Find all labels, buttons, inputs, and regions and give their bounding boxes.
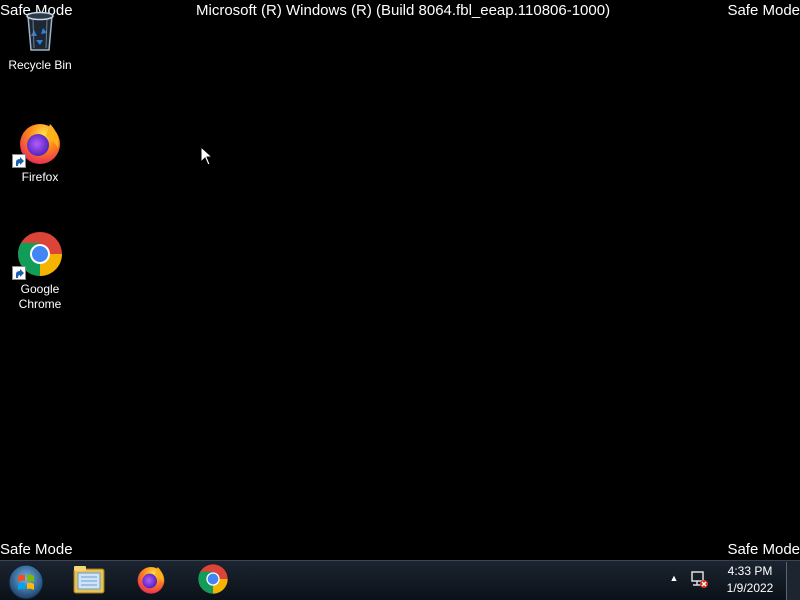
windows-build-label: Microsoft (R) Windows (R) (Build 8064.fb… — [196, 2, 611, 19]
taskbar-chrome-button[interactable] — [185, 563, 241, 599]
show-desktop-button[interactable] — [786, 562, 800, 600]
clock-time: 4:33 PM — [727, 564, 773, 578]
firefox-icon — [135, 563, 167, 600]
shortcut-arrow-icon — [12, 266, 26, 280]
network-disconnected-icon[interactable] — [689, 569, 709, 589]
chrome-icon — [197, 563, 229, 600]
start-button[interactable] — [6, 563, 46, 600]
taskbar-file-explorer-button[interactable] — [61, 563, 117, 599]
chrome-icon — [12, 230, 64, 280]
google-chrome-label: Google Chrome — [18, 282, 62, 311]
desktop-icon-recycle-bin[interactable]: Recycle Bin — [0, 6, 80, 73]
desktop-icon-firefox[interactable]: Firefox — [0, 118, 80, 185]
shortcut-arrow-icon — [12, 154, 26, 168]
clock-date: 1/9/2022 — [726, 581, 774, 595]
firefox-label: Firefox — [21, 170, 59, 184]
taskbar-clock[interactable]: 4:33 PM 1/9/2022 — [712, 563, 788, 597]
mouse-cursor-icon — [200, 145, 214, 171]
recycle-bin-icon — [16, 6, 64, 54]
taskbar-firefox-button[interactable] — [123, 563, 179, 599]
safe-mode-label-bottom-left: Safe Mode — [0, 541, 73, 558]
file-explorer-icon — [72, 563, 106, 600]
chevron-up-icon[interactable]: ▲ — [667, 571, 681, 585]
recycle-bin-label: Recycle Bin — [8, 58, 72, 72]
firefox-icon — [12, 118, 64, 168]
safe-mode-label-bottom-right: Safe Mode — [727, 541, 800, 558]
desktop-icon-google-chrome[interactable]: Google Chrome — [0, 230, 80, 312]
safe-mode-label-top-right: Safe Mode — [727, 2, 800, 19]
desktop[interactable]: Safe Mode Microsoft (R) Windows (R) (Bui… — [0, 0, 800, 600]
